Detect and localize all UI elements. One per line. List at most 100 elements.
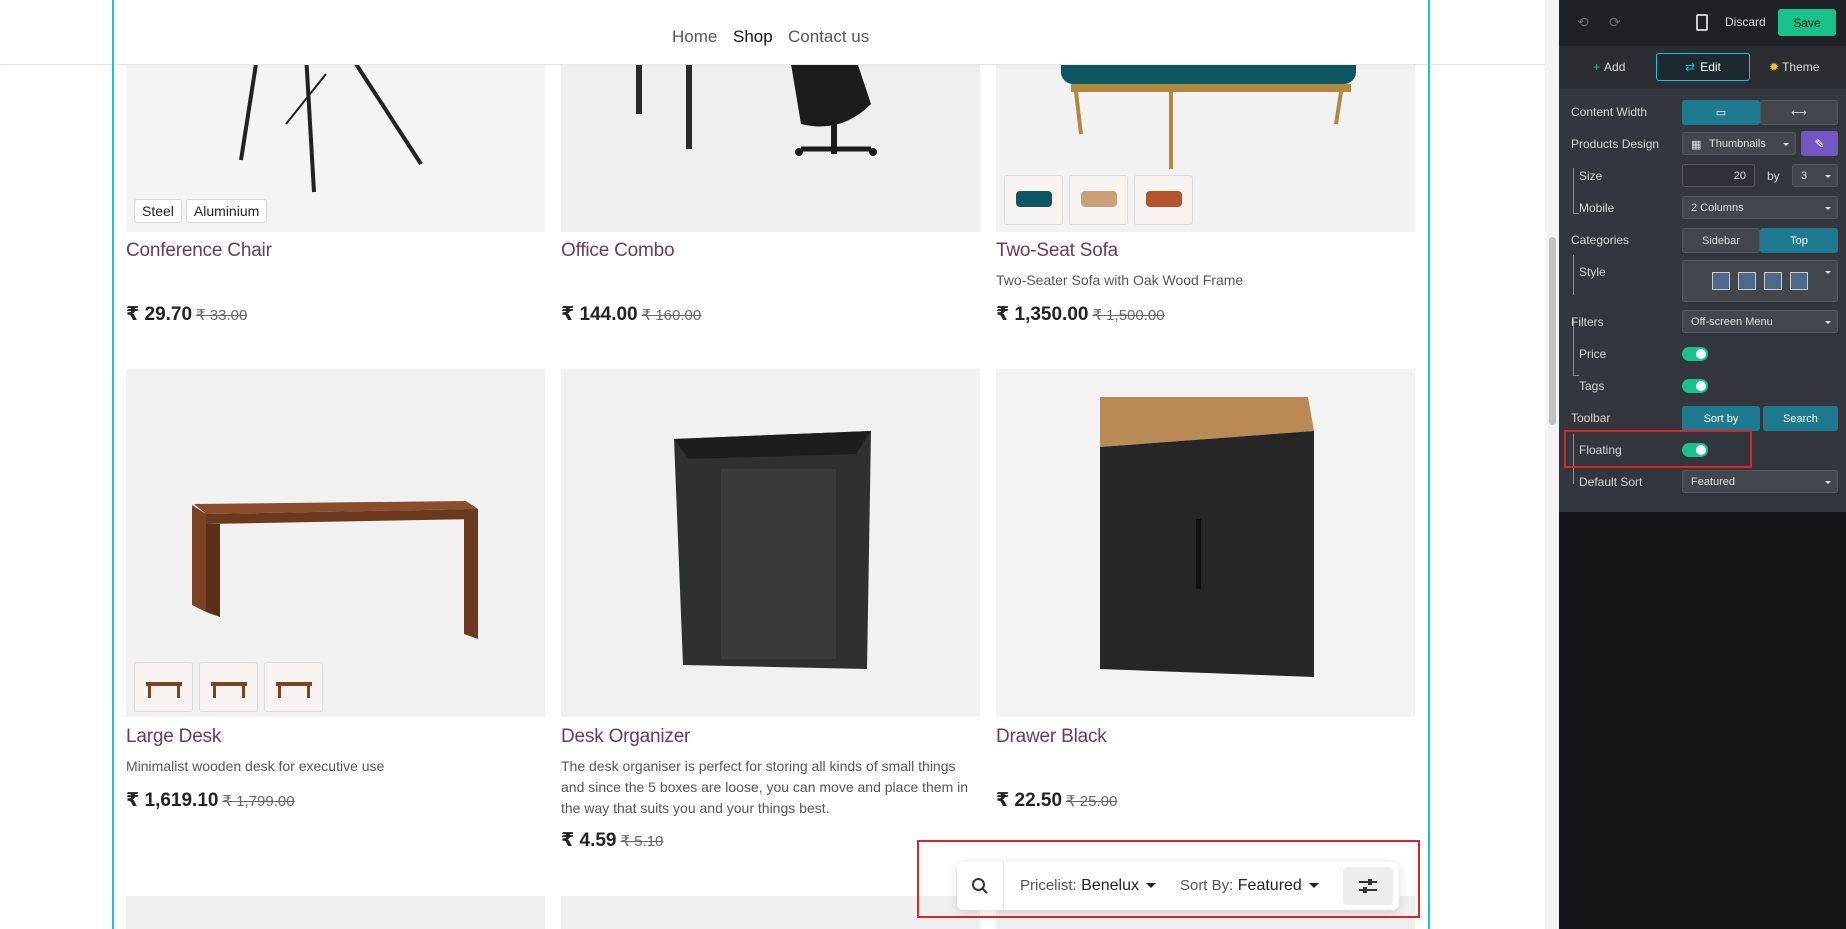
editor-tabs: + Add ⇄ Edit ✹ Theme [1559, 46, 1846, 89]
price-old: ₹ 1,500.00 [1092, 307, 1165, 324]
toolbar-search[interactable]: Search [1763, 406, 1838, 431]
price-old: ₹ 5.10 [620, 833, 664, 850]
floating-toggle[interactable] [1682, 443, 1708, 457]
product-price: ₹ 22.50 ₹ 25.00 [996, 789, 1117, 812]
products-design-label: Products Design [1571, 137, 1660, 151]
filters-select[interactable]: Off-screen Menu [1682, 310, 1838, 333]
website-editor-panel: ⟲ ⟳ Discard Save + Add ⇄ Edit ✹ Theme Conte… [1559, 0, 1846, 929]
toolbar-sort-by[interactable]: Sort by [1682, 406, 1760, 431]
product-price: ₹ 4.59 ₹ 5.10 [561, 829, 663, 852]
product-name[interactable]: Two-Seat Sofa [996, 240, 1118, 262]
nav-contact-us[interactable]: Contact us [788, 27, 869, 47]
style-label: Style [1579, 265, 1606, 279]
tab-add[interactable]: + Add [1593, 60, 1625, 74]
size-input[interactable]: 20 [1682, 164, 1755, 187]
variant-thumb-teal[interactable] [1004, 175, 1063, 225]
price-current: ₹ 22.50 [996, 790, 1063, 811]
filters-label: Filters [1571, 315, 1604, 329]
sort-dropdown[interactable]: Sort By: Featured [1180, 877, 1319, 895]
product-name[interactable]: Drawer Black [996, 726, 1107, 748]
search-icon [972, 878, 988, 894]
tab-edit[interactable]: ⇄ Edit [1656, 53, 1750, 81]
product-image-partial[interactable] [126, 896, 545, 929]
product-name[interactable]: Office Combo [561, 240, 675, 262]
tags-toggle[interactable] [1682, 379, 1708, 393]
price-old: ₹ 33.00 [196, 307, 248, 324]
drawer-illustration [1100, 397, 1314, 677]
content-width-default[interactable]: ▭ [1682, 100, 1760, 125]
price-current: ₹ 29.70 [126, 304, 193, 325]
content-width-full[interactable]: ⟷ [1760, 100, 1838, 125]
categories-sidebar[interactable]: Sidebar [1682, 228, 1760, 253]
variant-thumb-beige[interactable] [1069, 175, 1128, 225]
variant-thumb-3[interactable] [264, 662, 323, 712]
editor-topbar: ⟲ ⟳ Discard Save [1559, 0, 1846, 46]
price-label: Price [1579, 347, 1607, 361]
editor-options: Content Width ▭ ⟷ Products Design ▦ Thumb… [1559, 89, 1846, 512]
mobile-label: Mobile [1579, 201, 1615, 215]
category-style-select[interactable] [1682, 260, 1838, 302]
default-sort-select[interactable]: Featured [1682, 470, 1838, 493]
product-image[interactable] [561, 369, 980, 717]
filters-button[interactable] [1343, 867, 1393, 905]
undo-icon[interactable]: ⟲ [1577, 14, 1589, 31]
pricelist-dropdown[interactable]: Pricelist: Benelux [1020, 877, 1156, 895]
caret-down-icon [1825, 321, 1831, 324]
mobile-value: 2 Columns [1691, 201, 1744, 214]
product-image[interactable] [996, 369, 1415, 717]
tab-theme[interactable]: ✹ Theme [1769, 60, 1819, 74]
save-button[interactable]: Save [1778, 9, 1836, 36]
filters-value: Off-screen Menu [1691, 315, 1773, 328]
mobile-preview-icon[interactable] [1696, 14, 1708, 31]
sort-label: Sort By: [1179, 877, 1234, 894]
tree-line [1573, 255, 1574, 295]
nav-home[interactable]: Home [672, 27, 717, 47]
variant-thumb-rust[interactable] [1134, 175, 1193, 225]
variant-thumb-2[interactable] [199, 662, 258, 712]
brush-icon[interactable]: ✎ [1801, 131, 1838, 156]
sort-value: Featured [1237, 877, 1302, 894]
products-design-value: Thumbnails [1709, 137, 1766, 150]
price-old: ₹ 160.00 [641, 307, 702, 324]
caret-down-icon [1825, 175, 1831, 178]
caret-down-icon [1825, 207, 1831, 210]
by-label: by [1767, 169, 1780, 183]
product-price: ₹ 1,350.00 ₹ 1,500.00 [996, 303, 1165, 326]
product-description: Two-Seater Sofa with Oak Wood Frame [996, 272, 1244, 288]
grid-icon: ▦ [1691, 139, 1702, 151]
price-old: ₹ 25.00 [1066, 793, 1118, 810]
columns-select[interactable]: 3 [1792, 164, 1838, 187]
price-current: ₹ 1,619.10 [126, 790, 219, 811]
sliders-icon [1359, 879, 1377, 893]
mobile-select[interactable]: 2 Columns [1682, 196, 1838, 219]
caret-down-icon [1825, 271, 1831, 274]
discard-button[interactable]: Discard [1725, 15, 1766, 29]
style-option-icon [1738, 272, 1756, 290]
product-price: ₹ 144.00 ₹ 160.00 [561, 303, 701, 326]
caret-down-icon [1145, 883, 1156, 889]
tree-line [1573, 168, 1574, 213]
variant-thumb-1[interactable] [134, 662, 193, 712]
categories-top[interactable]: Top [1760, 228, 1838, 253]
redo-icon[interactable]: ⟳ [1609, 14, 1621, 31]
product-price: ₹ 29.70 ₹ 33.00 [126, 303, 247, 326]
default-sort-value: Featured [1691, 475, 1736, 488]
caret-down-icon [1783, 143, 1789, 146]
size-label: Size [1579, 169, 1603, 183]
page-scrollbar[interactable] [1545, 0, 1559, 929]
organizer-illustration [674, 431, 871, 669]
scrollbar-thumb[interactable] [1549, 237, 1556, 425]
price-current: ₹ 4.59 [561, 830, 617, 851]
products-design-select[interactable]: ▦ Thumbnails [1682, 132, 1796, 155]
product-description: Minimalist wooden desk for executive use [126, 758, 385, 774]
product-name[interactable]: Desk Organizer [561, 726, 690, 748]
nav-shop[interactable]: Shop [733, 27, 773, 47]
product-name[interactable]: Large Desk [126, 726, 221, 748]
editor-frame-right-border [1428, 0, 1430, 929]
pricelist-label: Pricelist: [1020, 877, 1077, 894]
gear-icon: ✹ [1769, 60, 1780, 74]
price-toggle[interactable] [1682, 347, 1708, 361]
price-current: ₹ 144.00 [561, 304, 638, 325]
search-button[interactable] [957, 862, 1004, 910]
product-name[interactable]: Conference Chair [126, 240, 272, 262]
